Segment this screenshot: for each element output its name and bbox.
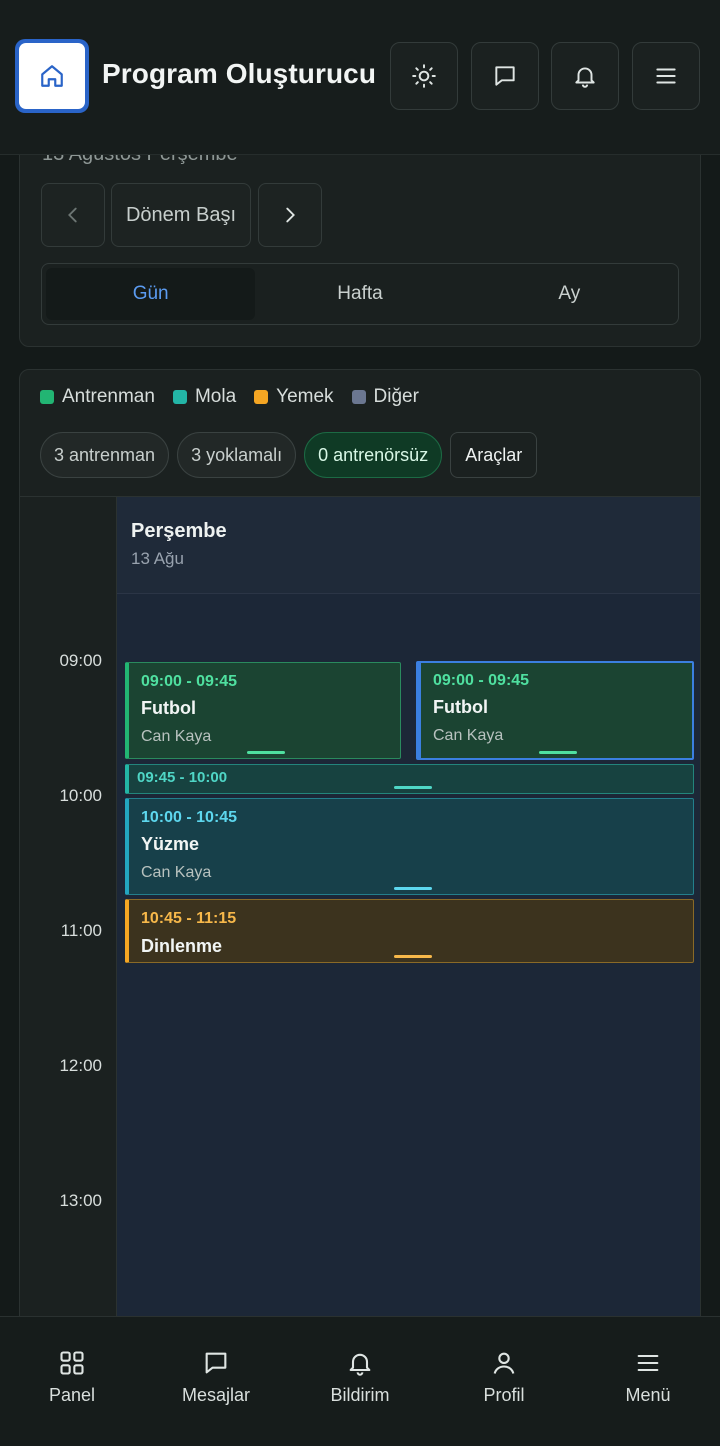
- legend-dot: [40, 390, 54, 404]
- home-button[interactable]: [15, 39, 89, 113]
- resize-handle[interactable]: [394, 887, 432, 890]
- trainings-count-chip[interactable]: 3 antrenman: [40, 432, 170, 478]
- resize-handle[interactable]: [539, 751, 577, 754]
- resize-handle[interactable]: [247, 751, 285, 754]
- grid-icon: [60, 1351, 84, 1375]
- nav-item-notifications[interactable]: Bildirim: [288, 1317, 432, 1446]
- nav-label: Bildirim: [330, 1385, 390, 1405]
- next-button[interactable]: [258, 183, 322, 247]
- nav-item-panel[interactable]: Panel: [0, 1317, 144, 1446]
- tools-button[interactable]: Araçlar: [450, 432, 538, 478]
- view-switcher: Gün Hafta Ay: [41, 263, 679, 325]
- event-coach: Can Kaya: [141, 864, 212, 881]
- time-label: 13:00: [59, 1191, 102, 1210]
- nav-item-profile[interactable]: Profil: [432, 1317, 576, 1446]
- user-icon: [493, 1352, 515, 1374]
- time-label: 10:00: [59, 786, 102, 805]
- nav-label: Menü: [625, 1385, 671, 1405]
- day-name: Perşembe: [131, 520, 227, 542]
- nav-label: Profil: [483, 1385, 525, 1405]
- summary-chips: 3 antrenman 3 yoklamalı 0 antrenörsüz Ar…: [40, 432, 538, 478]
- legend: Antrenman Mola Yemek Diğer: [40, 386, 419, 408]
- menu-button[interactable]: [632, 42, 700, 110]
- time-label: 11:00: [60, 921, 102, 940]
- day-column[interactable]: Perşembe 13 Ağu 09:00 - 09:45 Futbol Can…: [117, 497, 700, 1368]
- legend-item-training: Antrenman: [40, 386, 155, 408]
- no-coach-count-chip[interactable]: 0 antrenörsüz: [304, 432, 443, 478]
- event-card[interactable]: 10:00 - 10:45 Yüzme Can Kaya: [125, 798, 694, 895]
- legend-dot: [172, 390, 187, 404]
- attendance-count-chip[interactable]: 3 yoklamalı: [177, 432, 297, 478]
- event-time: 09:45 - 10:00: [137, 769, 228, 786]
- legend-label: Yemek: [276, 386, 334, 407]
- legend-label: Diğer: [373, 386, 419, 407]
- period-start-button[interactable]: Dönem Başı: [111, 183, 251, 247]
- resize-handle[interactable]: [394, 955, 432, 958]
- message-icon: [205, 1352, 227, 1374]
- bottom-navigation: Panel Mesajlar Bildirim Profil Menü: [0, 1316, 720, 1446]
- messages-button[interactable]: [471, 42, 539, 110]
- resize-handle[interactable]: [394, 786, 432, 789]
- bell-icon: [349, 1353, 371, 1376]
- day-date: 13 Ağu: [131, 549, 184, 568]
- chevron-right-icon: [286, 207, 295, 223]
- tab-month[interactable]: Ay: [465, 268, 674, 320]
- calendar-card: Antrenman Mola Yemek Diğer 3 antrenman 3…: [19, 369, 701, 1369]
- event-title: Futbol: [433, 697, 488, 717]
- event-coach: Can Kaya: [433, 727, 504, 744]
- event-time: 10:00 - 10:45: [141, 809, 238, 826]
- event-card[interactable]: 09:45 - 10:00: [125, 764, 694, 794]
- previous-button[interactable]: [41, 183, 105, 247]
- menu-icon: [637, 1354, 659, 1372]
- time-label: 09:00: [59, 651, 102, 670]
- notifications-button[interactable]: [551, 42, 619, 110]
- legend-item-other: Diğer: [351, 386, 419, 408]
- legend-dot: [351, 390, 366, 404]
- event-title: Futbol: [141, 698, 196, 718]
- event-coach: Can Kaya: [141, 728, 212, 745]
- chevron-left-icon: [68, 207, 77, 223]
- nav-label: Mesajlar: [181, 1385, 251, 1405]
- tab-week[interactable]: Hafta: [255, 268, 464, 320]
- event-time: 10:45 - 11:15: [141, 910, 237, 927]
- nav-label: Panel: [48, 1385, 96, 1405]
- event-card-selected[interactable]: 09:00 - 09:45 Futbol Can Kaya: [416, 661, 694, 760]
- app-title: Program Oluşturucu: [102, 58, 377, 89]
- theme-toggle-button[interactable]: [390, 42, 458, 110]
- event-card[interactable]: 09:00 - 09:45 Futbol Can Kaya: [125, 662, 401, 759]
- event-title: Dinlenme: [141, 936, 223, 956]
- nav-item-menu[interactable]: Menü: [576, 1317, 720, 1446]
- day-header: Perşembe 13 Ağu: [117, 497, 700, 594]
- legend-label: Antrenman: [62, 386, 155, 407]
- tab-day[interactable]: Gün: [46, 268, 256, 320]
- event-card[interactable]: 10:45 - 11:15 Dinlenme: [125, 899, 694, 963]
- legend-item-meal: Yemek: [254, 386, 334, 408]
- legend-label: Mola: [194, 386, 237, 407]
- message-icon: [495, 66, 515, 86]
- event-time: 09:00 - 09:45: [433, 672, 530, 689]
- nav-item-messages[interactable]: Mesajlar: [144, 1317, 288, 1446]
- legend-dot: [254, 390, 269, 404]
- menu-icon: [656, 68, 676, 84]
- app-header: Program Oluşturucu: [0, 0, 720, 155]
- home-icon: [41, 65, 63, 87]
- bell-icon: [575, 67, 595, 88]
- time-column: 09:00 10:00 11:00 12:00 13:00: [20, 497, 117, 1368]
- day-grid: 09:00 10:00 11:00 12:00 13:00 Perşembe 1…: [20, 496, 700, 1368]
- legend-item-break: Mola: [172, 386, 237, 408]
- event-time: 09:00 - 09:45: [141, 673, 238, 690]
- time-label: 12:00: [59, 1056, 102, 1075]
- sun-icon: [412, 64, 436, 88]
- event-title: Yüzme: [141, 834, 200, 854]
